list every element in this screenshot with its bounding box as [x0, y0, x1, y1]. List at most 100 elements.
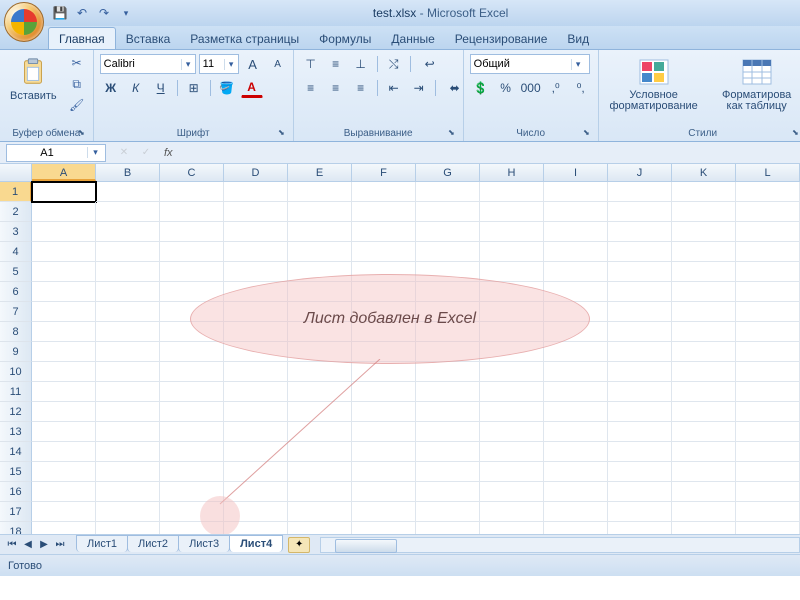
- worksheet-grid[interactable]: ABCDEFGHIJKL 123456789101112131415161718…: [0, 164, 800, 534]
- cell[interactable]: [736, 522, 800, 534]
- enter-icon[interactable]: ✓: [136, 145, 156, 161]
- cell[interactable]: [288, 202, 352, 222]
- align-middle-icon[interactable]: ≡: [325, 54, 347, 74]
- row-header[interactable]: 15: [0, 462, 32, 482]
- cell[interactable]: [736, 322, 800, 342]
- cell[interactable]: [416, 242, 480, 262]
- row-header[interactable]: 12: [0, 402, 32, 422]
- name-box[interactable]: ▾: [6, 144, 106, 162]
- font-size-input[interactable]: [200, 55, 224, 73]
- cell[interactable]: [480, 442, 544, 462]
- cell[interactable]: [224, 202, 288, 222]
- cell[interactable]: [480, 462, 544, 482]
- increase-indent-icon[interactable]: ⇥: [408, 78, 430, 98]
- row-header[interactable]: 2: [0, 202, 32, 222]
- conditional-formatting-button[interactable]: Условное форматирование: [605, 54, 703, 114]
- italic-button[interactable]: К: [125, 78, 147, 98]
- currency-icon[interactable]: 💲: [470, 78, 492, 98]
- undo-icon[interactable]: ↶: [74, 5, 90, 21]
- row-header[interactable]: 10: [0, 362, 32, 382]
- font-color-icon[interactable]: A: [241, 78, 263, 98]
- cell[interactable]: [96, 242, 160, 262]
- cell[interactable]: [736, 342, 800, 362]
- align-left-icon[interactable]: ≡: [300, 78, 322, 98]
- cell[interactable]: [32, 502, 96, 522]
- cell[interactable]: [416, 502, 480, 522]
- align-top-icon[interactable]: ⊤: [300, 54, 322, 74]
- cell[interactable]: [672, 262, 736, 282]
- cell[interactable]: [672, 482, 736, 502]
- cell[interactable]: [544, 362, 608, 382]
- sheet-tab[interactable]: Лист1: [76, 535, 128, 552]
- cell[interactable]: [96, 322, 160, 342]
- cell[interactable]: [96, 262, 160, 282]
- cell[interactable]: [608, 422, 672, 442]
- qat-dropdown-icon[interactable]: ▾: [118, 5, 134, 21]
- wrap-text-icon[interactable]: ↩: [416, 54, 444, 74]
- cell[interactable]: [160, 242, 224, 262]
- cell[interactable]: [32, 202, 96, 222]
- cell[interactable]: [672, 322, 736, 342]
- cell[interactable]: [480, 522, 544, 534]
- cell[interactable]: [608, 342, 672, 362]
- sheet-tab[interactable]: Лист3: [178, 535, 230, 552]
- row-header[interactable]: 4: [0, 242, 32, 262]
- cell[interactable]: [32, 422, 96, 442]
- cell[interactable]: [672, 182, 736, 202]
- cell[interactable]: [672, 522, 736, 534]
- align-right-icon[interactable]: ≡: [350, 78, 372, 98]
- tab-review[interactable]: Рецензирование: [445, 28, 558, 49]
- cell[interactable]: [672, 302, 736, 322]
- cell[interactable]: [96, 402, 160, 422]
- cell[interactable]: [160, 182, 224, 202]
- cell[interactable]: [480, 422, 544, 442]
- new-sheet-button[interactable]: ✦: [288, 537, 310, 553]
- cell[interactable]: [288, 522, 352, 534]
- cell[interactable]: [736, 482, 800, 502]
- orientation-icon[interactable]: ⤭: [383, 54, 405, 74]
- cell[interactable]: [96, 382, 160, 402]
- horizontal-scrollbar[interactable]: [320, 537, 800, 553]
- cell[interactable]: [544, 242, 608, 262]
- cell[interactable]: [544, 202, 608, 222]
- cell[interactable]: [672, 442, 736, 462]
- fx-icon[interactable]: fx: [164, 147, 173, 159]
- fill-color-icon[interactable]: 🪣: [216, 78, 238, 98]
- first-sheet-icon[interactable]: ⏮: [4, 537, 20, 553]
- cell[interactable]: [32, 302, 96, 322]
- border-icon[interactable]: ⊞: [183, 78, 205, 98]
- tab-data[interactable]: Данные: [381, 28, 444, 49]
- cell[interactable]: [736, 202, 800, 222]
- office-button[interactable]: [4, 2, 44, 42]
- column-header[interactable]: E: [288, 164, 352, 181]
- sheet-tab[interactable]: Лист4: [229, 535, 283, 552]
- cut-icon[interactable]: ✂: [67, 54, 87, 72]
- cell[interactable]: [224, 182, 288, 202]
- select-all-corner[interactable]: [0, 164, 32, 181]
- copy-icon[interactable]: ⧉: [67, 75, 87, 93]
- cell[interactable]: [672, 202, 736, 222]
- redo-icon[interactable]: ↷: [96, 5, 112, 21]
- cell[interactable]: [32, 322, 96, 342]
- row-header[interactable]: 3: [0, 222, 32, 242]
- cell[interactable]: [480, 402, 544, 422]
- cell[interactable]: [608, 382, 672, 402]
- cell[interactable]: [96, 362, 160, 382]
- column-header[interactable]: G: [416, 164, 480, 181]
- cell[interactable]: [96, 502, 160, 522]
- number-format-combo[interactable]: ▾: [470, 54, 590, 74]
- cell[interactable]: [352, 522, 416, 534]
- cell[interactable]: [480, 502, 544, 522]
- cell[interactable]: [736, 362, 800, 382]
- cell[interactable]: [32, 242, 96, 262]
- column-header[interactable]: I: [544, 164, 608, 181]
- row-header[interactable]: 18: [0, 522, 32, 534]
- cell[interactable]: [544, 402, 608, 422]
- column-header[interactable]: B: [96, 164, 160, 181]
- row-header[interactable]: 16: [0, 482, 32, 502]
- column-header[interactable]: H: [480, 164, 544, 181]
- chevron-down-icon[interactable]: ▾: [224, 59, 238, 70]
- grow-font-icon[interactable]: A: [242, 54, 264, 74]
- cell[interactable]: [736, 462, 800, 482]
- cell[interactable]: [608, 282, 672, 302]
